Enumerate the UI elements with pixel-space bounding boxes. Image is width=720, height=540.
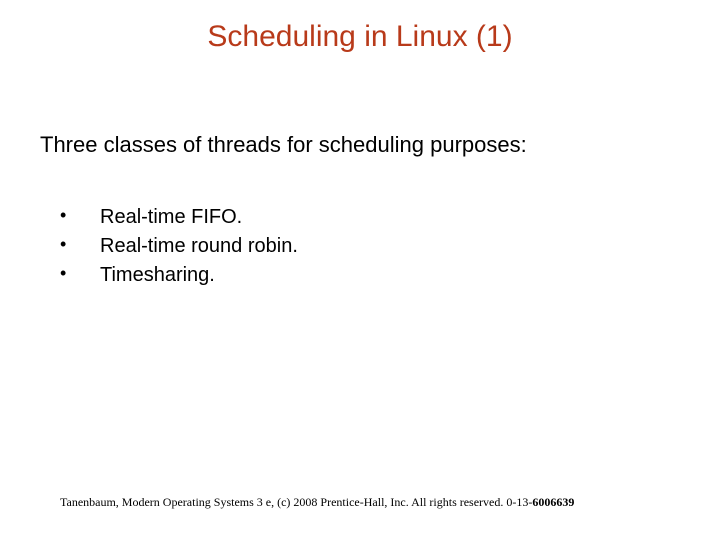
list-item: • Timesharing. bbox=[60, 264, 720, 287]
slide: Scheduling in Linux (1) Three classes of… bbox=[0, 0, 720, 540]
footer-prefix: Tanenbaum, Modern Operating Systems 3 e,… bbox=[60, 495, 532, 509]
list-item: • Real-time round robin. bbox=[60, 235, 720, 258]
bullet-text: Timesharing. bbox=[100, 264, 215, 287]
slide-title: Scheduling in Linux (1) bbox=[0, 0, 720, 62]
bullet-icon: • bbox=[60, 235, 100, 253]
bullet-icon: • bbox=[60, 264, 100, 282]
footer-suffix: 6006639 bbox=[532, 495, 574, 509]
bullet-icon: • bbox=[60, 206, 100, 224]
bullet-text: Real-time FIFO. bbox=[100, 206, 242, 229]
bullet-text: Real-time round robin. bbox=[100, 235, 298, 258]
intro-text: Three classes of threads for scheduling … bbox=[0, 62, 720, 158]
list-item: • Real-time FIFO. bbox=[60, 206, 720, 229]
bullet-list: • Real-time FIFO. • Real-time round robi… bbox=[0, 158, 720, 287]
footer-citation: Tanenbaum, Modern Operating Systems 3 e,… bbox=[60, 495, 680, 510]
